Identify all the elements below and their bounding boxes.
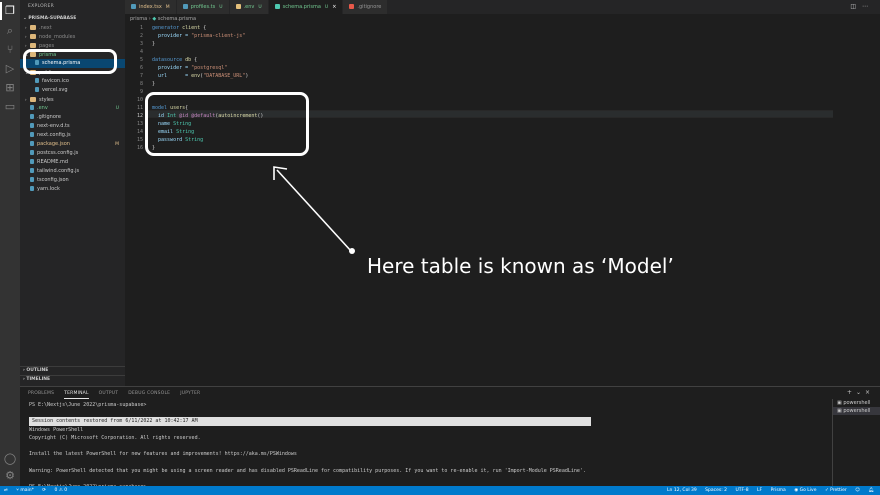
panel-tabs: PROBLEMS TERMINAL OUTPUT DEBUG CONSOLE JUPYT… bbox=[28, 389, 210, 399]
terminal-line: Copyright (C) Microsoft Corporation. All… bbox=[29, 434, 201, 441]
language-mode[interactable]: Prisma bbox=[771, 488, 786, 493]
terminal-instance-label: powershell bbox=[843, 408, 871, 414]
panel-tab[interactable]: PROBLEMS bbox=[28, 389, 54, 399]
status-bar: ⇌ ⑂ main* ⟳ 0 ⚠ 0 Ln 12, Col 39 Spaces: … bbox=[0, 486, 880, 495]
annotation-text: Here table is known as ‘Model’ bbox=[367, 254, 674, 278]
annotation-dot bbox=[349, 248, 355, 254]
notifications-icon[interactable]: 🔔︎ bbox=[868, 488, 874, 493]
terminal-list: ▣ powershell ▣ powershell bbox=[832, 399, 880, 487]
terminal-instance-label: powershell bbox=[843, 400, 871, 406]
terminal-output[interactable]: PS E:\Nextjs\June 2022\prisma-supabase> … bbox=[29, 401, 819, 491]
branch-indicator[interactable]: ⑂ main* bbox=[16, 488, 34, 493]
terminal-line: Install the latest PowerShell for new fe… bbox=[29, 451, 297, 458]
cursor-position[interactable]: Ln 12, Col 39 bbox=[667, 488, 697, 493]
go-live-label: Go Live bbox=[799, 488, 817, 493]
terminal-instance[interactable]: ▣ powershell bbox=[833, 407, 880, 415]
remote-icon[interactable]: ⇌ bbox=[4, 488, 8, 493]
terminal-instance[interactable]: ▣ powershell bbox=[833, 399, 880, 407]
terminal-line: Windows PowerShell bbox=[29, 426, 84, 433]
go-live-button[interactable]: ◉ Go Live bbox=[794, 488, 816, 493]
feedback-icon[interactable]: ☺ bbox=[855, 488, 860, 493]
sync-icon[interactable]: ⟳ bbox=[42, 488, 46, 493]
terminal-line: Warning: PowerShell detected that you mi… bbox=[29, 467, 586, 474]
panel-tab[interactable]: TERMINAL bbox=[64, 389, 89, 399]
terminal-line: PS E:\Nextjs\June 2022\prisma-supabase> bbox=[29, 402, 147, 408]
line-ending[interactable]: LF bbox=[757, 488, 762, 493]
branch-name: main* bbox=[20, 488, 34, 493]
encoding[interactable]: UTF-8 bbox=[735, 488, 748, 493]
panel-tab[interactable]: JUPYTER bbox=[180, 389, 200, 399]
prettier-status[interactable]: ✓ Prettier bbox=[825, 488, 847, 493]
bottom-panel: PROBLEMS TERMINAL OUTPUT DEBUG CONSOLE JUPYT… bbox=[20, 386, 880, 490]
panel-tab[interactable]: DEBUG CONSOLE bbox=[128, 389, 170, 399]
panel-tab[interactable]: OUTPUT bbox=[99, 389, 119, 399]
indentation[interactable]: Spaces: 2 bbox=[705, 488, 727, 493]
chevron-down-icon[interactable]: ⌄ bbox=[856, 389, 865, 396]
close-icon[interactable]: × bbox=[865, 389, 874, 396]
problems-indicator[interactable]: 0 ⚠ 0 bbox=[55, 488, 68, 493]
panel-actions[interactable]: +⌄× bbox=[847, 388, 874, 398]
terminal-line: Session contents restored from 6/11/2022… bbox=[29, 417, 591, 426]
add-terminal-icon[interactable]: + bbox=[847, 389, 856, 396]
